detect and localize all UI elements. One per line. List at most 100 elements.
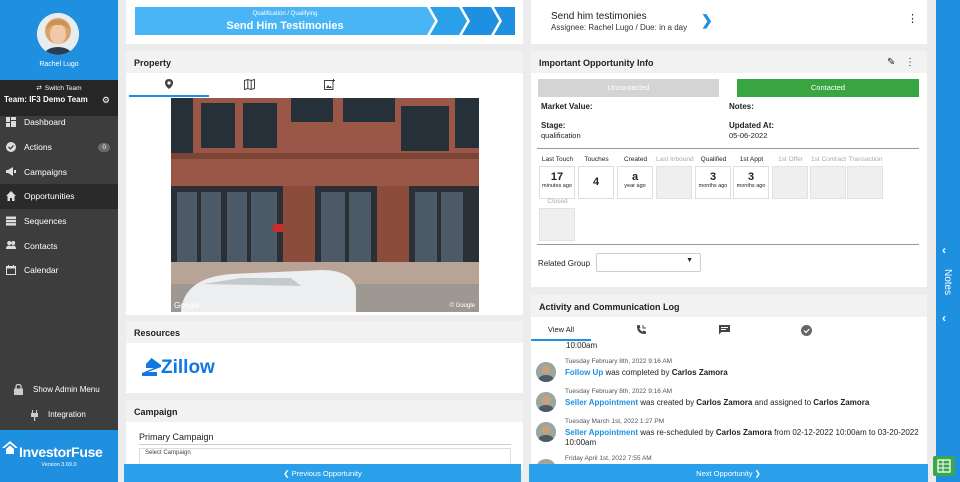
sidebar-item-campaigns[interactable]: Campaigns [0,159,118,184]
stat-first-offer: 1st Offer [772,156,809,199]
sidebar-item-contacts[interactable]: Contacts [0,233,118,258]
log-user: Carlos Zamora [813,398,870,407]
tab-tasks[interactable] [776,317,836,341]
uncontacted-button[interactable]: Uncontacted [538,79,719,97]
stage-progress-bar[interactable]: Qualification / Qualifying Send Him Test… [135,7,515,35]
next-opportunity-button[interactable]: Next Opportunity ❯ [529,464,928,482]
stat-qualified: Qualified 3 months ago [695,156,732,199]
chevron-right-icon[interactable]: ❯ [701,12,713,29]
campaign-panel: Campaign Primary Campaign Select Campaig… [126,400,523,470]
avatar [536,422,556,442]
map-pin-icon [165,79,173,89]
add-photo-icon [323,79,335,90]
message-icon [718,325,730,335]
stat-label: Created [623,156,648,163]
log-date: Friday April 1st, 2022 7:55 AM [565,455,652,462]
plug-icon [31,410,38,421]
main-content: Qualification / Qualifying Send Him Test… [118,0,936,482]
google-copyright: © Google [449,303,475,309]
tab-view-all[interactable]: View All [531,317,591,341]
stat-value: 17 [550,171,564,183]
sidebar-item-actions[interactable]: Actions 0 [0,135,118,160]
sidebar-nav: Dashboard Actions 0 Campaigns Opportunit… [0,110,118,283]
sidebar-item-label: Campaigns [24,166,67,177]
zillow-label: Zillow [161,357,215,378]
integration-link[interactable]: Integration [0,408,118,422]
sidebar-item-sequences[interactable]: Sequences [0,209,118,234]
stat-label: Last Touch [541,156,574,163]
sidebar-item-opportunities[interactable]: Opportunities [0,184,118,209]
avatar [536,362,556,382]
stat-last-inbound: Last Inbound [656,156,694,199]
zillow-link[interactable]: Zillow [142,357,215,379]
avatar [536,392,556,412]
stat-box [810,166,846,199]
updated-at-label: Updated At: [729,121,775,130]
task-panel[interactable]: Send him testimonies Assignee: Rachel Lu… [531,0,927,44]
spreadsheet-icon [937,459,951,473]
related-group-select[interactable]: ▼ [596,253,701,272]
sidebar-item-dashboard[interactable]: Dashboard [0,110,118,135]
log-text: Seller Appointment was created by Carlos… [565,398,920,408]
google-watermark: Google [174,301,200,310]
activity-log-panel: Activity and Communication Log View All … [531,295,927,470]
stat-label: Qualified [700,156,727,163]
log-date: Tuesday February 8th, 2022 9:16 AM [565,388,673,395]
tab-messages[interactable] [694,317,754,341]
log-text-part: was re-scheduled by [638,428,716,437]
sidebar-item-label: Calendar [24,265,59,276]
actions-count-badge: 0 [98,142,110,152]
show-admin-menu[interactable]: Show Admin Menu [0,383,118,397]
tab-calls[interactable] [611,317,671,341]
stat-unit: minutes ago [542,183,572,189]
task-title: Send him testimonies [551,11,647,22]
stat-unit: months ago [698,183,728,189]
log-date: Tuesday February 8th, 2022 9:16 AM [565,358,673,365]
tab-map[interactable] [209,73,289,97]
chevron-left-icon[interactable]: ‹ [942,243,946,257]
edit-icon[interactable]: ✎ [887,57,895,68]
map-icon [243,78,255,91]
investorfuse-logo-icon [2,441,18,454]
property-panel: Property Google © Google [126,51,523,315]
notes-drawer[interactable]: ‹ Notes ‹ [936,0,960,482]
updated-at-value: 05-06-2022 [729,131,768,140]
activity-log-heading: Activity and Communication Log [531,295,927,317]
spreadsheet-button[interactable] [933,456,955,476]
stat-value: 3 [709,171,717,183]
campaign-select-label: Select Campaign [145,450,191,456]
tab-add-photo[interactable] [289,73,369,97]
switch-team[interactable]: ⇄ Switch Team [0,84,118,92]
stat-touches: Touches 4 [578,156,615,199]
sidebar-profile: Rachel Lugo [0,0,118,80]
previous-opportunity-button[interactable]: ❮ Previous Opportunity [124,464,521,482]
stage-label: Stage: [541,121,566,130]
swap-icon: ⇄ [36,85,42,92]
log-text-part: was completed by [603,368,672,377]
log-link[interactable]: Seller Appointment [565,428,638,437]
stat-transaction: Transaction [847,156,884,199]
log-link[interactable]: Seller Appointment [565,398,638,407]
more-vert-icon[interactable]: ⋮ [907,12,918,25]
stat-unit: months ago [736,183,766,189]
stat-box: 4 [578,166,614,199]
stat-box [847,166,883,199]
brand-logo: InvestorFuse Version 3.69.0 [0,430,118,482]
campaign-heading: Campaign [126,400,523,422]
gear-icon[interactable]: ⚙ [102,95,110,106]
stat-box [772,166,808,199]
sidebar-item-calendar[interactable]: Calendar [0,258,118,283]
avatar[interactable] [37,13,79,55]
phone-callback-icon [636,325,646,334]
megaphone-icon [6,167,16,177]
log-link[interactable]: Follow Up [565,368,603,377]
chevron-left-icon[interactable]: ‹ [942,311,946,325]
more-vert-icon[interactable]: ⋮ [905,57,915,68]
stat-label: Transaction [848,156,883,163]
contacted-button[interactable]: Contacted [737,79,919,97]
stat-box [539,208,575,241]
property-street-view-photo[interactable]: Google © Google [171,98,479,312]
log-tabs: View All [531,317,927,341]
tab-street-view[interactable] [129,73,209,97]
team-name: Team: IF3 Demo Team [4,95,88,104]
